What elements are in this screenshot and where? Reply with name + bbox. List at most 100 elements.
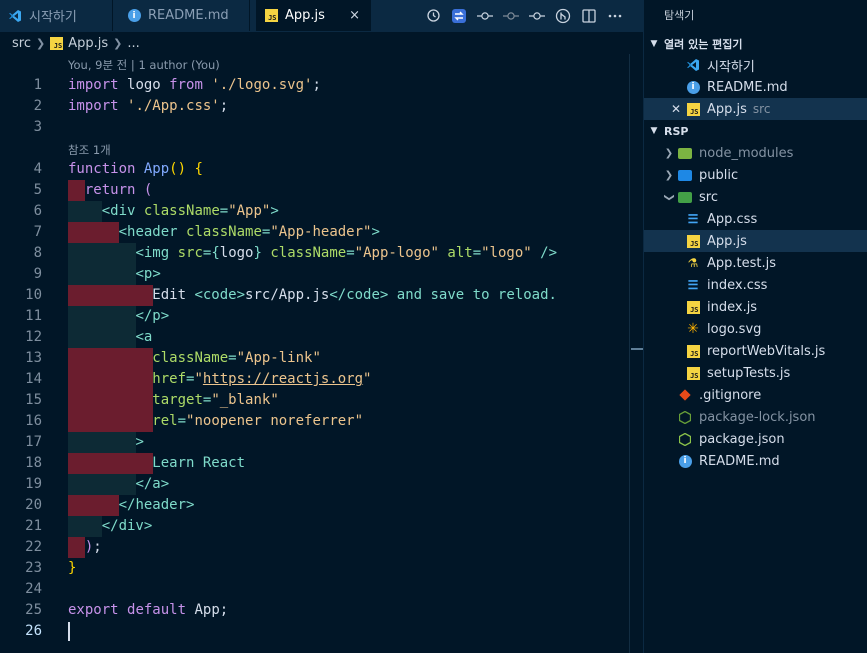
- line-number: 7: [33, 224, 42, 240]
- code-line: 14 href="https://reactjs.org": [0, 369, 629, 390]
- info-icon: i: [127, 9, 141, 23]
- css-icon: ☰: [687, 212, 699, 226]
- breadcrumb-folder[interactable]: src: [12, 36, 31, 51]
- explorer-title: 탐색기: [664, 9, 695, 22]
- tree-folder-public[interactable]: ❯ public: [644, 164, 867, 186]
- tree-file-readme[interactable]: i README.md: [644, 450, 867, 472]
- line-number: 21: [25, 518, 42, 534]
- item-label: README.md: [699, 453, 780, 469]
- tree-file-index-js[interactable]: JS index.js: [644, 296, 867, 318]
- line-number: 12: [25, 329, 42, 345]
- editor-tab-bar: 시작하기 i README.md JS App.js ×: [0, 0, 643, 32]
- breadcrumb-more[interactable]: ...: [127, 36, 139, 51]
- code-line: 11 </p>: [0, 306, 629, 327]
- line-number: 16: [25, 413, 42, 429]
- code-line: 4 function App() {: [0, 159, 629, 180]
- git-commit-icon[interactable]: [477, 8, 493, 24]
- line-number: 5: [33, 182, 42, 198]
- tree-file-report-web-vitals[interactable]: JS reportWebVitals.js: [644, 340, 867, 362]
- codelens-blame[interactable]: You, 9분 전 | 1 author (You): [68, 57, 220, 73]
- code-line-current: 26: [0, 621, 629, 642]
- section-title: RSP: [664, 124, 689, 138]
- folder-node-icon: [678, 146, 692, 160]
- tree-file-app-js[interactable]: JS App.js: [644, 230, 867, 252]
- item-label: setupTests.js: [707, 365, 791, 381]
- item-label: README.md: [707, 79, 788, 95]
- previous-change-icon[interactable]: [503, 8, 519, 24]
- code-line: 25 export default App;: [0, 600, 629, 621]
- open-editors-section[interactable]: ▼ 열려 있는 편집기: [644, 33, 867, 55]
- flask-icon: ⚗: [687, 256, 699, 270]
- item-label: src: [699, 189, 718, 205]
- open-editor-welcome[interactable]: 시작하기: [644, 54, 867, 76]
- line-number: 1: [33, 77, 42, 93]
- timeline-icon[interactable]: [425, 8, 441, 24]
- line-number: 13: [25, 350, 42, 366]
- breadcrumb-file[interactable]: App.js: [68, 36, 108, 51]
- tab-label: 시작하기: [29, 10, 77, 25]
- text-cursor: [68, 622, 70, 641]
- code-line: 15 target="_blank": [0, 390, 629, 411]
- open-editor-readme[interactable]: i README.md: [644, 76, 867, 98]
- info-icon: i: [686, 80, 700, 94]
- tree-file-package-json[interactable]: package.json: [644, 428, 867, 450]
- code-line: 2 import './App.css';: [0, 96, 629, 117]
- tree-file-gitignore[interactable]: .gitignore: [644, 384, 867, 406]
- editor-actions: [425, 0, 623, 31]
- close-icon[interactable]: ✕: [670, 102, 682, 116]
- code-line: 5 return (: [0, 180, 629, 201]
- tab-welcome[interactable]: 시작하기: [0, 0, 113, 31]
- line-number: 24: [25, 581, 42, 597]
- tree-file-package-lock[interactable]: package-lock.json: [644, 406, 867, 428]
- js-icon: JS: [686, 344, 700, 358]
- code-line: 3: [0, 117, 629, 138]
- js-icon: JS: [686, 234, 700, 248]
- chevron-right-icon: ❯: [664, 169, 674, 181]
- tab-readme[interactable]: i README.md: [119, 0, 250, 31]
- project-section[interactable]: ▼ RSP: [644, 120, 867, 142]
- tree-file-setup-tests[interactable]: JS setupTests.js: [644, 362, 867, 384]
- item-label: .gitignore: [699, 387, 762, 403]
- line-number: 11: [25, 308, 42, 324]
- tree-file-logo-svg[interactable]: ✳ logo.svg: [644, 318, 867, 340]
- folder-src-icon: [678, 190, 692, 204]
- line-number: 9: [33, 266, 42, 282]
- tree-file-index-css[interactable]: ☰ index.css: [644, 274, 867, 296]
- js-icon: JS: [264, 9, 278, 23]
- item-label: index.css: [707, 277, 768, 293]
- item-label: App.js: [707, 101, 747, 117]
- tree-folder-src[interactable]: ❯ src: [644, 186, 867, 208]
- gitlens-icon[interactable]: [555, 8, 571, 24]
- more-actions-icon[interactable]: [607, 8, 623, 24]
- chevron-down-icon: ❯: [663, 192, 675, 202]
- open-editor-app-js[interactable]: ✕ JS App.js src: [644, 98, 867, 120]
- code-line: 21 </div>: [0, 516, 629, 537]
- compare-changes-icon[interactable]: [451, 8, 467, 24]
- tree-file-app-css[interactable]: ☰ App.css: [644, 208, 867, 230]
- tab-app-js[interactable]: JS App.js ×: [256, 0, 371, 31]
- codelens-references[interactable]: 참조 1개: [68, 142, 111, 158]
- split-editor-icon[interactable]: [581, 8, 597, 24]
- folder-public-icon: [678, 168, 692, 182]
- code-line: 16 rel="noopener noreferrer": [0, 411, 629, 432]
- js-icon: JS: [686, 300, 700, 314]
- code-editor[interactable]: You, 9분 전 | 1 author (You) 참조 1개 1 impor…: [0, 54, 629, 653]
- code-line: 13 className="App-link": [0, 348, 629, 369]
- scroll-position-marker: [631, 348, 643, 350]
- editor-scrollbar[interactable]: [629, 54, 644, 653]
- tree-folder-node-modules[interactable]: ❯ node_modules: [644, 142, 867, 164]
- next-change-icon[interactable]: [529, 8, 545, 24]
- js-icon: JS: [50, 36, 64, 50]
- vscode-icon: [8, 9, 22, 23]
- line-number: 2: [33, 98, 42, 114]
- close-icon[interactable]: ×: [349, 8, 360, 23]
- line-number: 17: [25, 434, 42, 450]
- chevron-down-icon: ▼: [650, 39, 658, 49]
- line-number: 6: [33, 203, 42, 219]
- code-line: 23 }: [0, 558, 629, 579]
- chevron-down-icon: ▼: [650, 126, 658, 136]
- item-label: package-lock.json: [699, 409, 816, 425]
- line-number: 22: [25, 539, 42, 555]
- chevron-right-icon: ❯: [113, 36, 123, 50]
- tree-file-app-test-js[interactable]: ⚗ App.test.js: [644, 252, 867, 274]
